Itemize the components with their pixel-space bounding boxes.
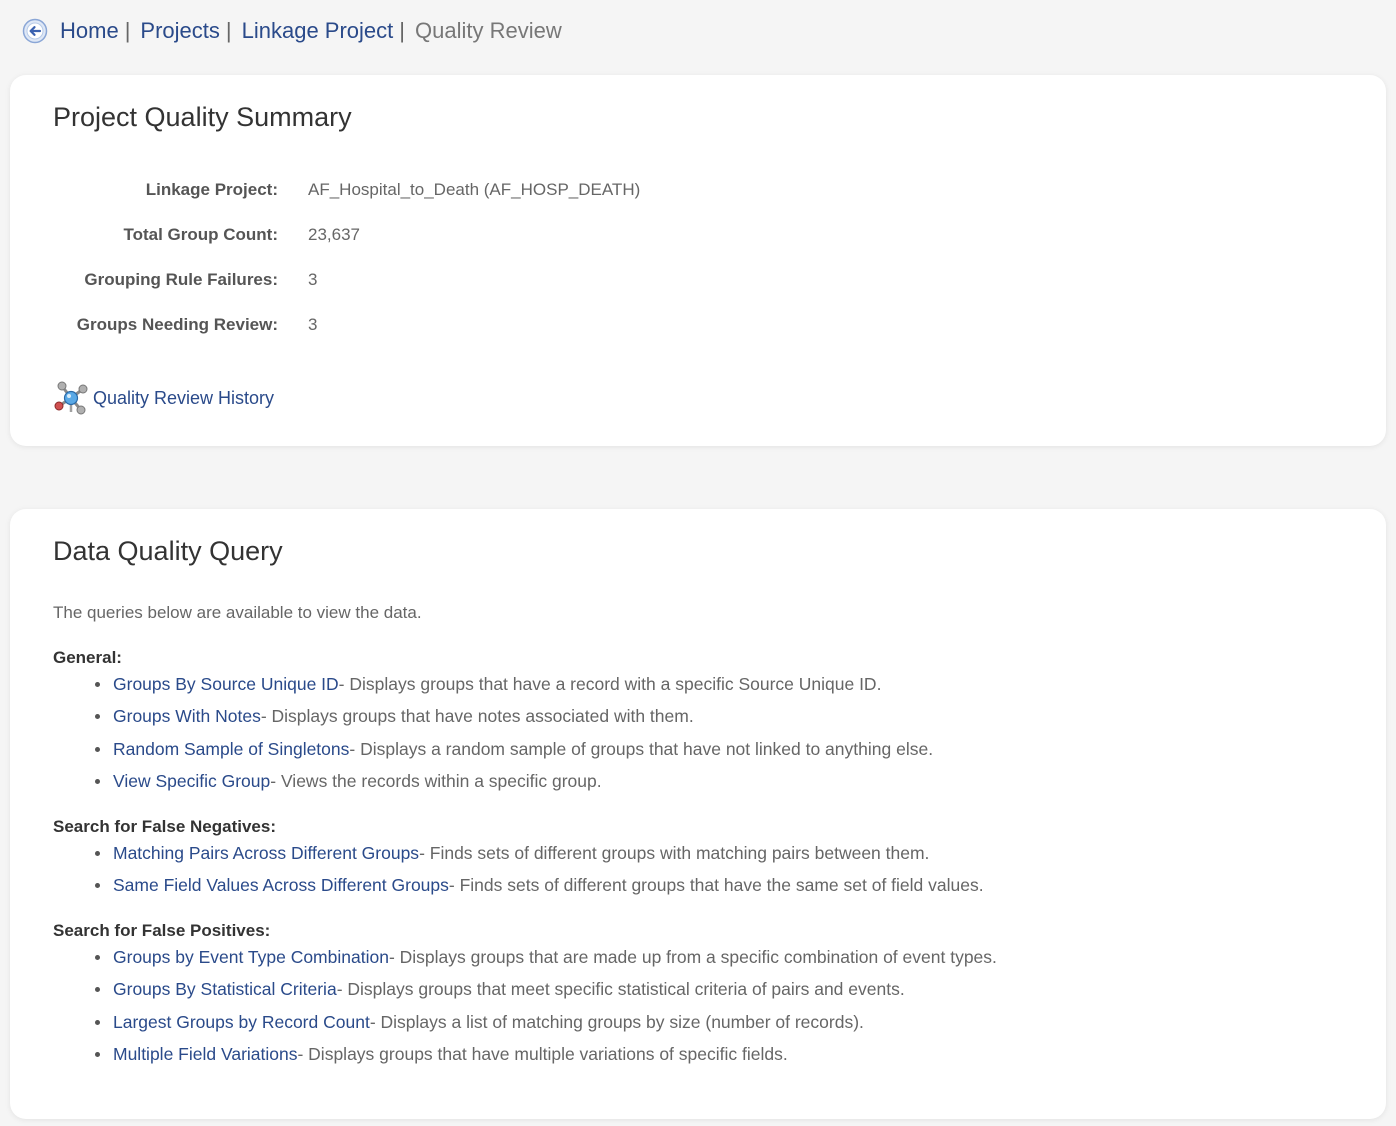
info-row-linkage-project: Linkage Project: AF_Hospital_to_Death (A… [10, 178, 641, 202]
breadcrumb-separator: | [225, 18, 232, 43]
breadcrumb-projects-link[interactable]: Projects [140, 18, 219, 44]
query-link-matching-pairs-across-different-groups[interactable]: Matching Pairs Across Different Groups [113, 843, 419, 864]
info-value: 3 [308, 315, 318, 334]
bullet [95, 1052, 100, 1058]
info-label: Linkage Project: [145, 180, 278, 199]
query-description: - Displays groups that have notes associ… [260, 706, 694, 727]
bullet [95, 850, 100, 856]
breadcrumb-separator: | [399, 18, 405, 43]
breadcrumb-separator: | [124, 18, 131, 43]
bullet [95, 746, 100, 752]
bullet [95, 987, 100, 993]
project-quality-summary-card: Project Quality Summary Linkage Project:… [10, 75, 1386, 446]
query-title: Data Quality Query [53, 536, 283, 566]
query-link-groups-by-statistical-criteria[interactable]: Groups By Statistical Criteria [113, 979, 337, 1000]
list-item: Groups By Statistical Criteria - Display… [95, 974, 997, 1007]
info-value: AF_Hospital_to_Death (AF_HOSP_DEATH) [308, 180, 641, 199]
list-item: View Specific Group - Views the records … [95, 766, 933, 799]
back-arrow-icon[interactable] [22, 18, 48, 44]
list-item: Same Field Values Across Different Group… [95, 870, 984, 903]
query-description: - Displays groups that have a record wit… [338, 673, 882, 694]
query-link-groups-by-event-type-combination[interactable]: Groups by Event Type Combination [113, 947, 389, 968]
info-row-total-group-count: Total Group Count: 23,637 [10, 223, 360, 247]
quality-review-history-label: Quality Review History [93, 387, 275, 408]
query-description: - Displays groups that have multiple var… [297, 1044, 788, 1065]
summary-title: Project Quality Summary [53, 102, 352, 132]
info-row-grouping-rule-failures: Grouping Rule Failures: 3 [10, 268, 317, 292]
list-item: Matching Pairs Across Different Groups -… [95, 837, 984, 870]
query-description: - Displays groups that are made up from … [388, 946, 997, 967]
quality-review-history-link[interactable]: Quality Review History [53, 380, 274, 416]
false-negatives-query-list: Matching Pairs Across Different Groups -… [95, 837, 984, 902]
bullet [95, 954, 100, 960]
list-item: Groups by Event Type Combination - Displ… [95, 941, 997, 974]
query-link-groups-by-source-unique-id[interactable]: Groups By Source Unique ID [113, 674, 339, 695]
query-link-groups-with-notes[interactable]: Groups With Notes [113, 706, 261, 727]
query-link-multiple-field-variations[interactable]: Multiple Field Variations [113, 1044, 297, 1065]
list-item: Multiple Field Variations - Displays gro… [95, 1039, 997, 1072]
general-query-list: Groups By Source Unique ID - Displays gr… [95, 668, 933, 798]
query-intro: The queries below are available to view … [53, 603, 422, 622]
info-label: Groups Needing Review: [76, 315, 278, 334]
bullet [95, 883, 100, 889]
query-link-random-sample-of-singletons[interactable]: Random Sample of Singletons [113, 739, 349, 760]
list-item: Largest Groups by Record Count - Display… [95, 1006, 997, 1039]
section-heading-false-positives: Search for False Positives: [53, 921, 271, 940]
query-link-view-specific-group[interactable]: View Specific Group [113, 771, 270, 792]
molecule-network-icon [54, 381, 88, 415]
info-value: 23,637 [308, 225, 360, 244]
query-link-same-field-values-across-different-groups[interactable]: Same Field Values Across Different Group… [113, 875, 449, 896]
bullet [95, 779, 100, 785]
info-row-groups-needing-review: Groups Needing Review: 3 [10, 313, 318, 337]
list-item: Random Sample of Singletons - Displays a… [95, 733, 933, 766]
breadcrumb-home-link[interactable]: Home [60, 18, 119, 44]
section-heading-general: General: [53, 648, 122, 667]
breadcrumb: Home | Projects | Linkage Project | Qual… [22, 16, 562, 46]
query-description: - Displays groups that meet specific sta… [336, 979, 905, 1000]
info-label: Total Group Count: [123, 225, 278, 244]
bullet [95, 1019, 100, 1025]
query-description: - Finds sets of different groups with ma… [419, 842, 930, 863]
query-description: - Displays a random sample of groups tha… [349, 738, 934, 759]
list-item: Groups By Source Unique ID - Displays gr… [95, 668, 933, 701]
bullet [95, 714, 100, 720]
list-item: Groups With Notes - Displays groups that… [95, 701, 933, 734]
info-label: Grouping Rule Failures: [84, 270, 278, 289]
bullet [95, 681, 100, 687]
query-description: - Views the records within a specific gr… [270, 771, 602, 792]
info-value: 3 [308, 270, 318, 289]
query-link-largest-groups-by-record-count[interactable]: Largest Groups by Record Count [113, 1012, 370, 1033]
query-description: - Finds sets of different groups that ha… [448, 875, 984, 896]
false-positives-query-list: Groups by Event Type Combination - Displ… [95, 941, 997, 1071]
section-heading-false-negatives: Search for False Negatives: [53, 817, 276, 836]
breadcrumb-current: Quality Review [414, 18, 562, 43]
data-quality-query-card: Data Quality Query The queries below are… [10, 509, 1386, 1119]
breadcrumb-linkage-project-link[interactable]: Linkage Project [242, 18, 394, 44]
query-description: - Displays a list of matching groups by … [369, 1011, 864, 1032]
